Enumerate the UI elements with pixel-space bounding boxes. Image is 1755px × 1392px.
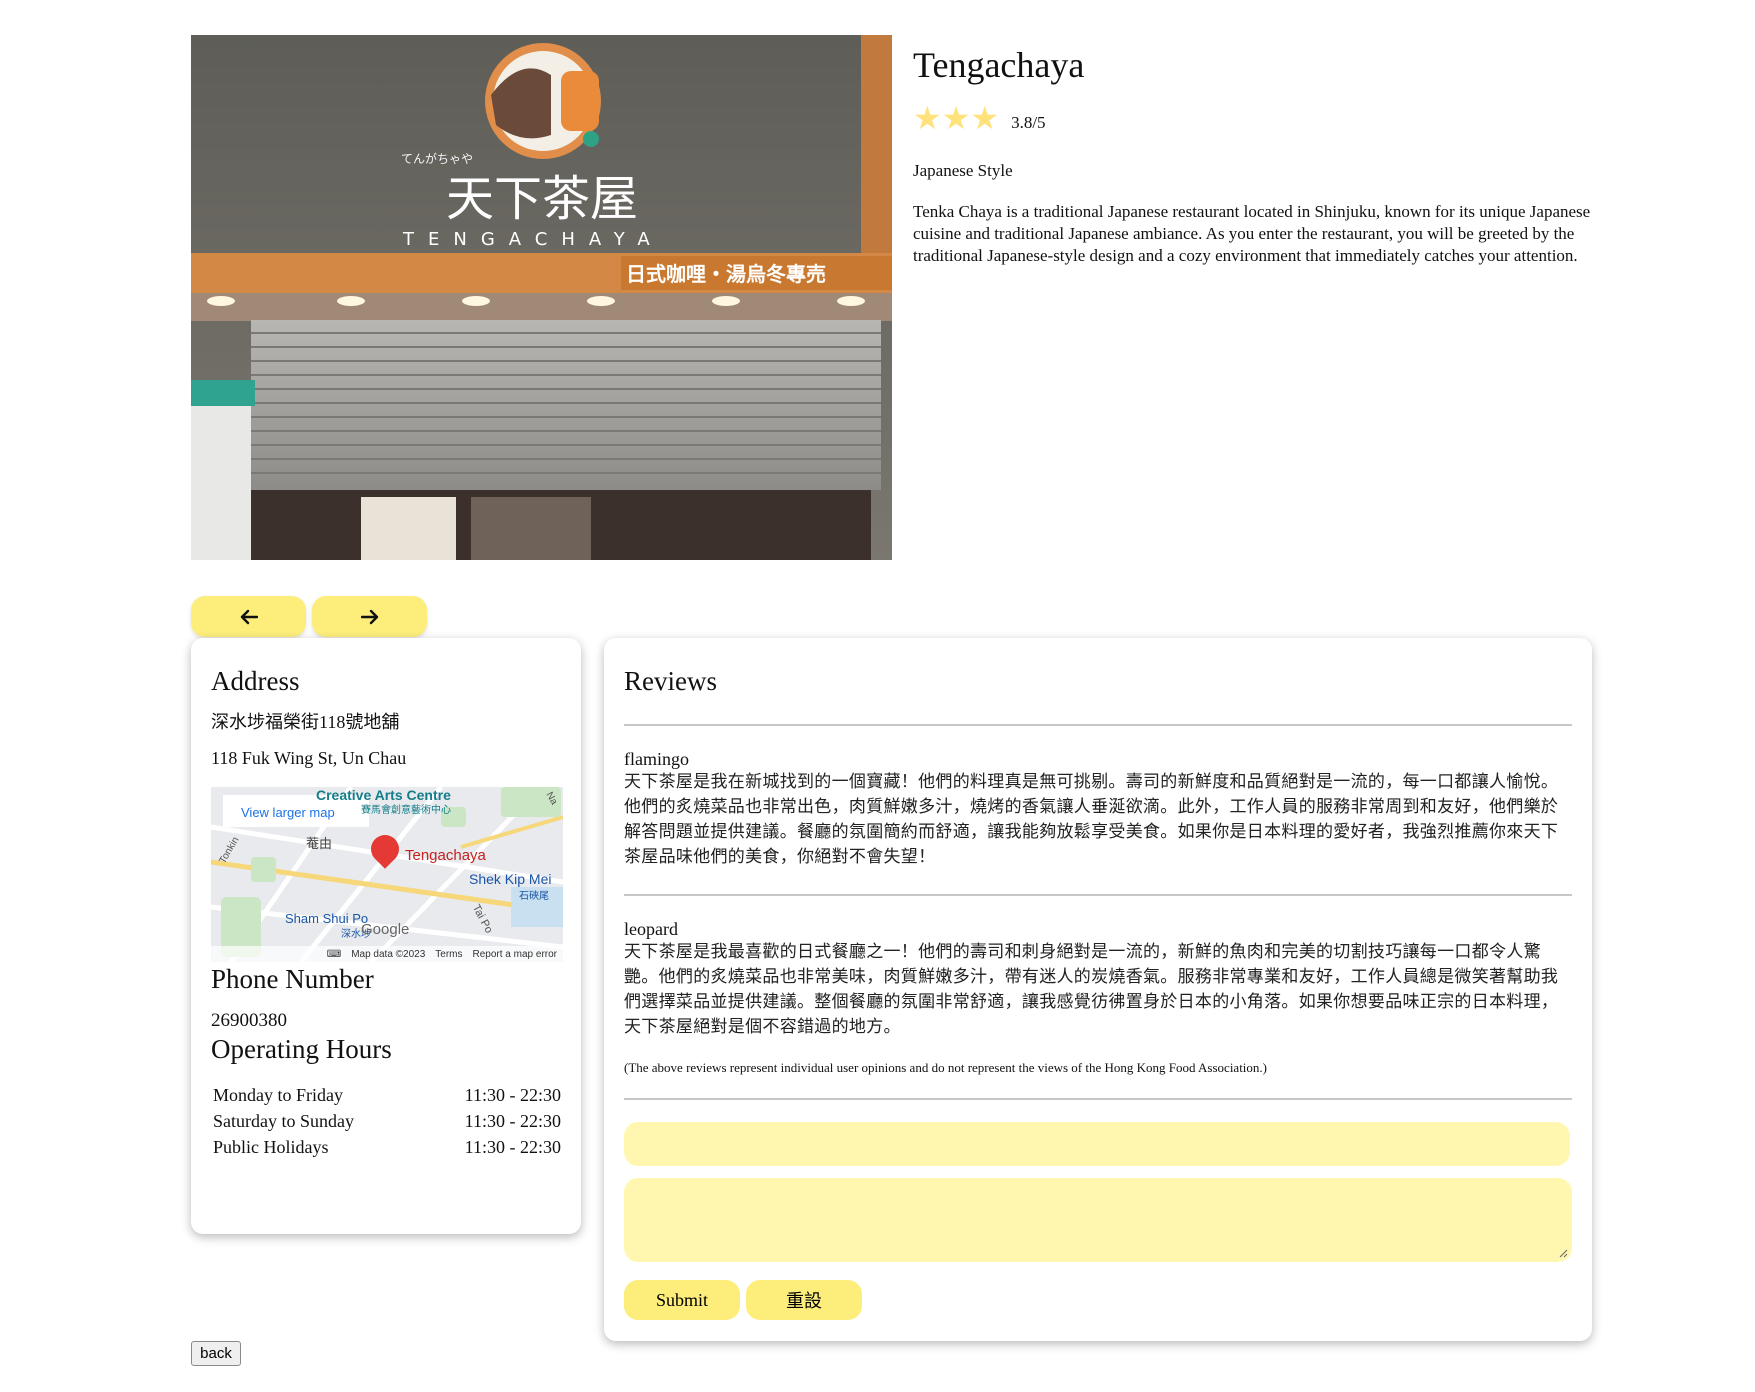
hours-day: Saturday to Sunday bbox=[213, 1111, 354, 1131]
next-photo-button[interactable] bbox=[312, 596, 427, 637]
hours-row: Public Holidays 11:30 - 22:30 bbox=[211, 1134, 563, 1160]
hours-row: Saturday to Sunday 11:30 - 22:30 bbox=[211, 1108, 563, 1134]
hours-row: Monday to Friday 11:30 - 22:30 bbox=[211, 1082, 563, 1108]
review-text: 天下茶屋是我在新城找到的一個寶藏！他們的料理真是無可挑剔。壽司的新鮮度和品質絕對… bbox=[624, 772, 1559, 867]
map-place-shek-kip-mei-zh: 石硤尾 bbox=[519, 891, 549, 902]
reviews-heading: Reviews bbox=[624, 666, 717, 696]
review-user: flamingo bbox=[624, 749, 689, 769]
arrow-left-icon bbox=[240, 609, 258, 624]
hours-table: Monday to Friday 11:30 - 22:30 Saturday … bbox=[211, 1082, 563, 1160]
view-larger-map-link[interactable]: View larger map bbox=[241, 805, 335, 820]
review-item: leopard 天下茶屋是我最喜歡的日式餐廳之一！他們的壽司和刺身絕對是一流的，… bbox=[624, 918, 1572, 1040]
review-text: 天下茶屋是我最喜歡的日式餐廳之一！他們的壽司和刺身絕對是一流的，新鮮的魚肉和完美… bbox=[624, 942, 1559, 1037]
google-logo: Google bbox=[361, 921, 410, 938]
map-marker-label: Tengachaya bbox=[405, 847, 486, 864]
map-terms-link[interactable]: Terms bbox=[435, 949, 462, 960]
map-data-credit: Map data ©2023 bbox=[351, 948, 426, 960]
sign-kanji: 天下茶屋 bbox=[446, 171, 638, 227]
reset-button[interactable]: 重設 bbox=[746, 1280, 862, 1320]
divider bbox=[624, 894, 1572, 896]
review-comment-textarea[interactable] bbox=[624, 1178, 1572, 1262]
reviewer-name-input[interactable] bbox=[624, 1122, 1570, 1166]
phone-number: 26900380 bbox=[211, 1010, 287, 1031]
map-place-shek-kip-mei: Shek Kip Mei bbox=[469, 871, 552, 887]
address-english: 118 Fuk Wing St, Un Chau bbox=[211, 748, 407, 768]
hours-day: Monday to Friday bbox=[213, 1085, 343, 1105]
prev-photo-button[interactable] bbox=[191, 596, 306, 637]
map-place-creative-arts-zh: 賽馬會創意藝術中心 bbox=[361, 805, 451, 816]
address-chinese: 深水埗福榮街118號地舖 bbox=[211, 712, 400, 732]
reviews-card: Reviews flamingo 天下茶屋是我在新城找到的一個寶藏！他們的料理真… bbox=[604, 638, 1592, 1341]
divider bbox=[624, 1098, 1572, 1100]
hours-time: 11:30 - 22:30 bbox=[464, 1085, 561, 1105]
hours-heading: Operating Hours bbox=[211, 1034, 392, 1064]
keyboard-icon[interactable]: ⌨ bbox=[327, 949, 341, 960]
arrow-right-icon bbox=[360, 609, 378, 624]
restaurant-photo: てんがちゃや 天下茶屋 TENGACHAYA 日式咖哩・湯烏冬專売 bbox=[191, 35, 892, 560]
details-card: Address 深水埗福榮街118號地舖 118 Fuk Wing St, Un… bbox=[191, 638, 581, 1234]
submit-button[interactable]: Submit bbox=[624, 1280, 740, 1320]
resize-handle-icon[interactable] bbox=[1558, 1248, 1568, 1258]
divider bbox=[624, 724, 1572, 726]
restaurant-description: Tenka Chaya is a traditional Japanese re… bbox=[913, 202, 1591, 265]
map-district: 菴由 bbox=[306, 837, 333, 852]
map-embed[interactable]: View larger map Creative Arts Centre 賽馬會… bbox=[211, 787, 563, 962]
sign-latin: TENGACHAYA bbox=[402, 229, 664, 250]
rating-text: 3.8/5 bbox=[1011, 113, 1046, 132]
phone-heading: Phone Number bbox=[211, 964, 374, 994]
sign-kana: てんがちゃや bbox=[401, 151, 473, 166]
back-button[interactable]: back bbox=[191, 1341, 241, 1366]
restaurant-info: Tengachaya ★★★ 3.8/5 Japanese Style Tenk… bbox=[913, 42, 1593, 267]
star-rating-icon: ★★★ bbox=[913, 99, 1000, 137]
form-buttons: Submit 重設 bbox=[624, 1280, 1572, 1320]
map-report-link[interactable]: Report a map error bbox=[473, 949, 557, 960]
reviews-disclaimer: (The above reviews represent individual … bbox=[624, 1060, 1267, 1075]
review-user: leopard bbox=[624, 919, 678, 939]
hours-day: Public Holidays bbox=[213, 1137, 329, 1157]
map-place-sham-shui-po: Sham Shui Po bbox=[285, 911, 369, 926]
restaurant-name: Tengachaya bbox=[913, 45, 1085, 85]
sign-banner: 日式咖哩・湯烏冬專売 bbox=[626, 262, 826, 286]
cuisine-style: Japanese Style bbox=[913, 161, 1013, 180]
address-heading: Address bbox=[211, 666, 300, 696]
map-footer: ⌨ Map data ©2023 Terms Report a map erro… bbox=[211, 946, 563, 962]
hours-time: 11:30 - 22:30 bbox=[464, 1137, 561, 1157]
hours-time: 11:30 - 22:30 bbox=[464, 1111, 561, 1131]
rating: ★★★ 3.8/5 bbox=[913, 100, 1593, 136]
review-item: flamingo 天下茶屋是我在新城找到的一個寶藏！他們的料理真是無可挑剔。壽司… bbox=[624, 748, 1572, 870]
